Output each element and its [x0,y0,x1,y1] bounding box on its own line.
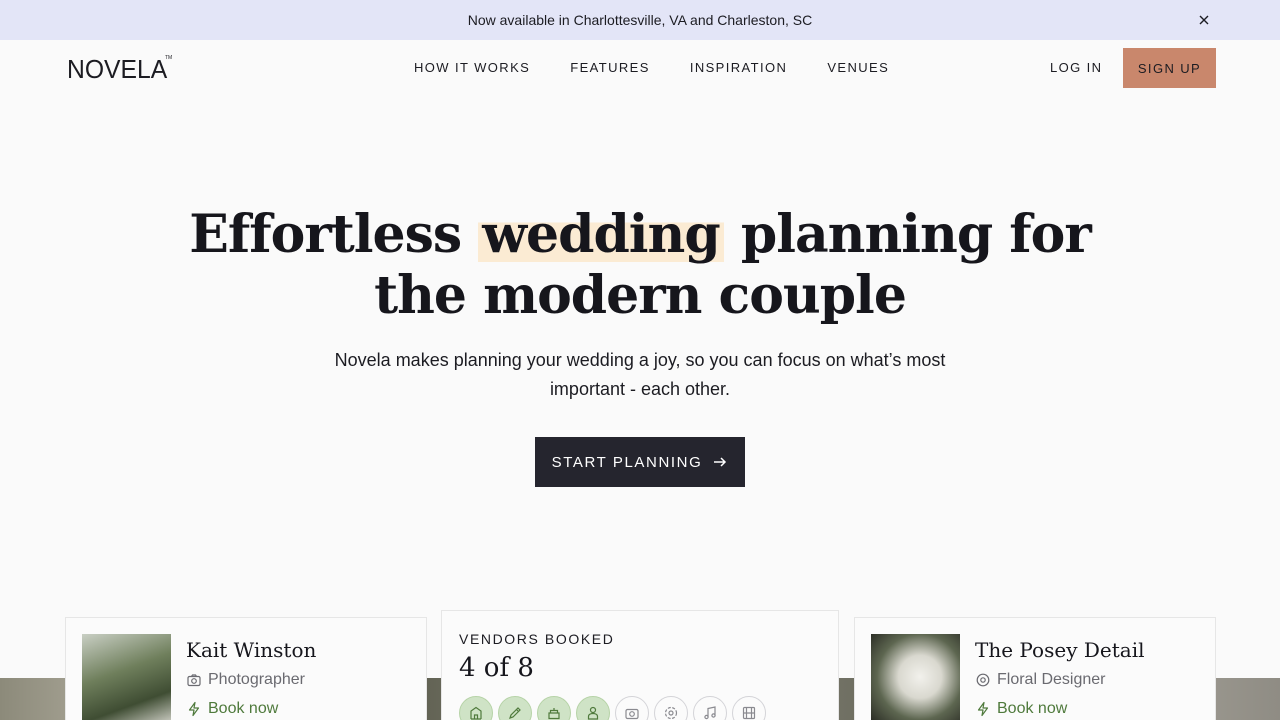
cake-icon[interactable] [537,696,571,720]
camera-icon [187,674,201,687]
hero-title: Effortless wedding planning for the mode… [0,204,1280,326]
novela-logo[interactable]: NOVELA [67,54,167,85]
arrow-right-icon [714,457,727,467]
vendor-icons [459,696,766,720]
film-icon[interactable] [732,696,766,720]
book-now-link[interactable]: Book now [186,700,278,718]
nav-how-it-works[interactable]: HOW IT WORKS [414,60,530,75]
hero-title-part: planning for [723,204,1092,265]
vendor-card-photographer[interactable]: Kait Winston Photographer Book now [65,617,427,720]
vendors-booked-count: 4 of 8 [459,653,534,683]
vendor-role: Photographer [186,671,305,689]
flower-icon [976,673,990,687]
vendor-photo [82,634,171,720]
vendors-booked-card: VENDORS BOOKED 4 of 8 [441,610,839,720]
hero-title-part: Effortless [189,204,479,265]
signup-button[interactable]: SIGN UP [1123,48,1216,88]
announcement-banner: Now available in Charlottesville, VA and… [0,0,1280,40]
venue-icon[interactable] [459,696,493,720]
vendors-booked-label: VENDORS BOOKED [459,631,615,647]
vendor-role-label: Photographer [208,671,305,688]
vendor-card-florist[interactable]: The Posey Detail Floral Designer Book no… [854,617,1216,720]
cta-label: START PLANNING [551,453,703,471]
nav-features[interactable]: FEATURES [570,60,650,75]
banner-text: Now available in Charlottesville, VA and… [467,12,813,28]
hero-title-highlight: wedding [478,204,724,265]
flower-icon[interactable] [654,696,688,720]
hero-subtitle: Novela makes planning your wedding a joy… [334,350,946,399]
vendor-role-label: Floral Designer [997,671,1106,688]
vendor-photo [871,634,960,720]
hero-title-line2: the modern couple [374,265,907,326]
nav-inspiration[interactable]: INSPIRATION [690,60,788,75]
music-icon[interactable] [693,696,727,720]
officiant-icon[interactable] [576,696,610,720]
planner-pen-icon[interactable] [498,696,532,720]
start-planning-button[interactable]: START PLANNING [535,437,745,487]
nav-venues[interactable]: VENUES [827,60,889,75]
vendor-name: The Posey Detail [975,638,1145,662]
lightning-icon [188,701,200,717]
nav-links: HOW IT WORKS FEATURES INSPIRATION VENUES [414,60,889,75]
top-nav: NOVELA TM HOW IT WORKS FEATURES INSPIRAT… [0,40,1280,96]
book-now-label: Book now [208,700,279,717]
book-now-label: Book now [997,700,1068,717]
book-now-link[interactable]: Book now [975,700,1067,718]
login-link[interactable]: LOG IN [1050,60,1102,75]
vendor-name: Kait Winston [186,638,317,662]
camera-icon[interactable] [615,696,649,720]
close-icon[interactable] [1196,12,1212,28]
vendor-role: Floral Designer [975,671,1105,689]
lightning-icon [977,701,989,717]
logo-trademark: TM [165,55,173,61]
